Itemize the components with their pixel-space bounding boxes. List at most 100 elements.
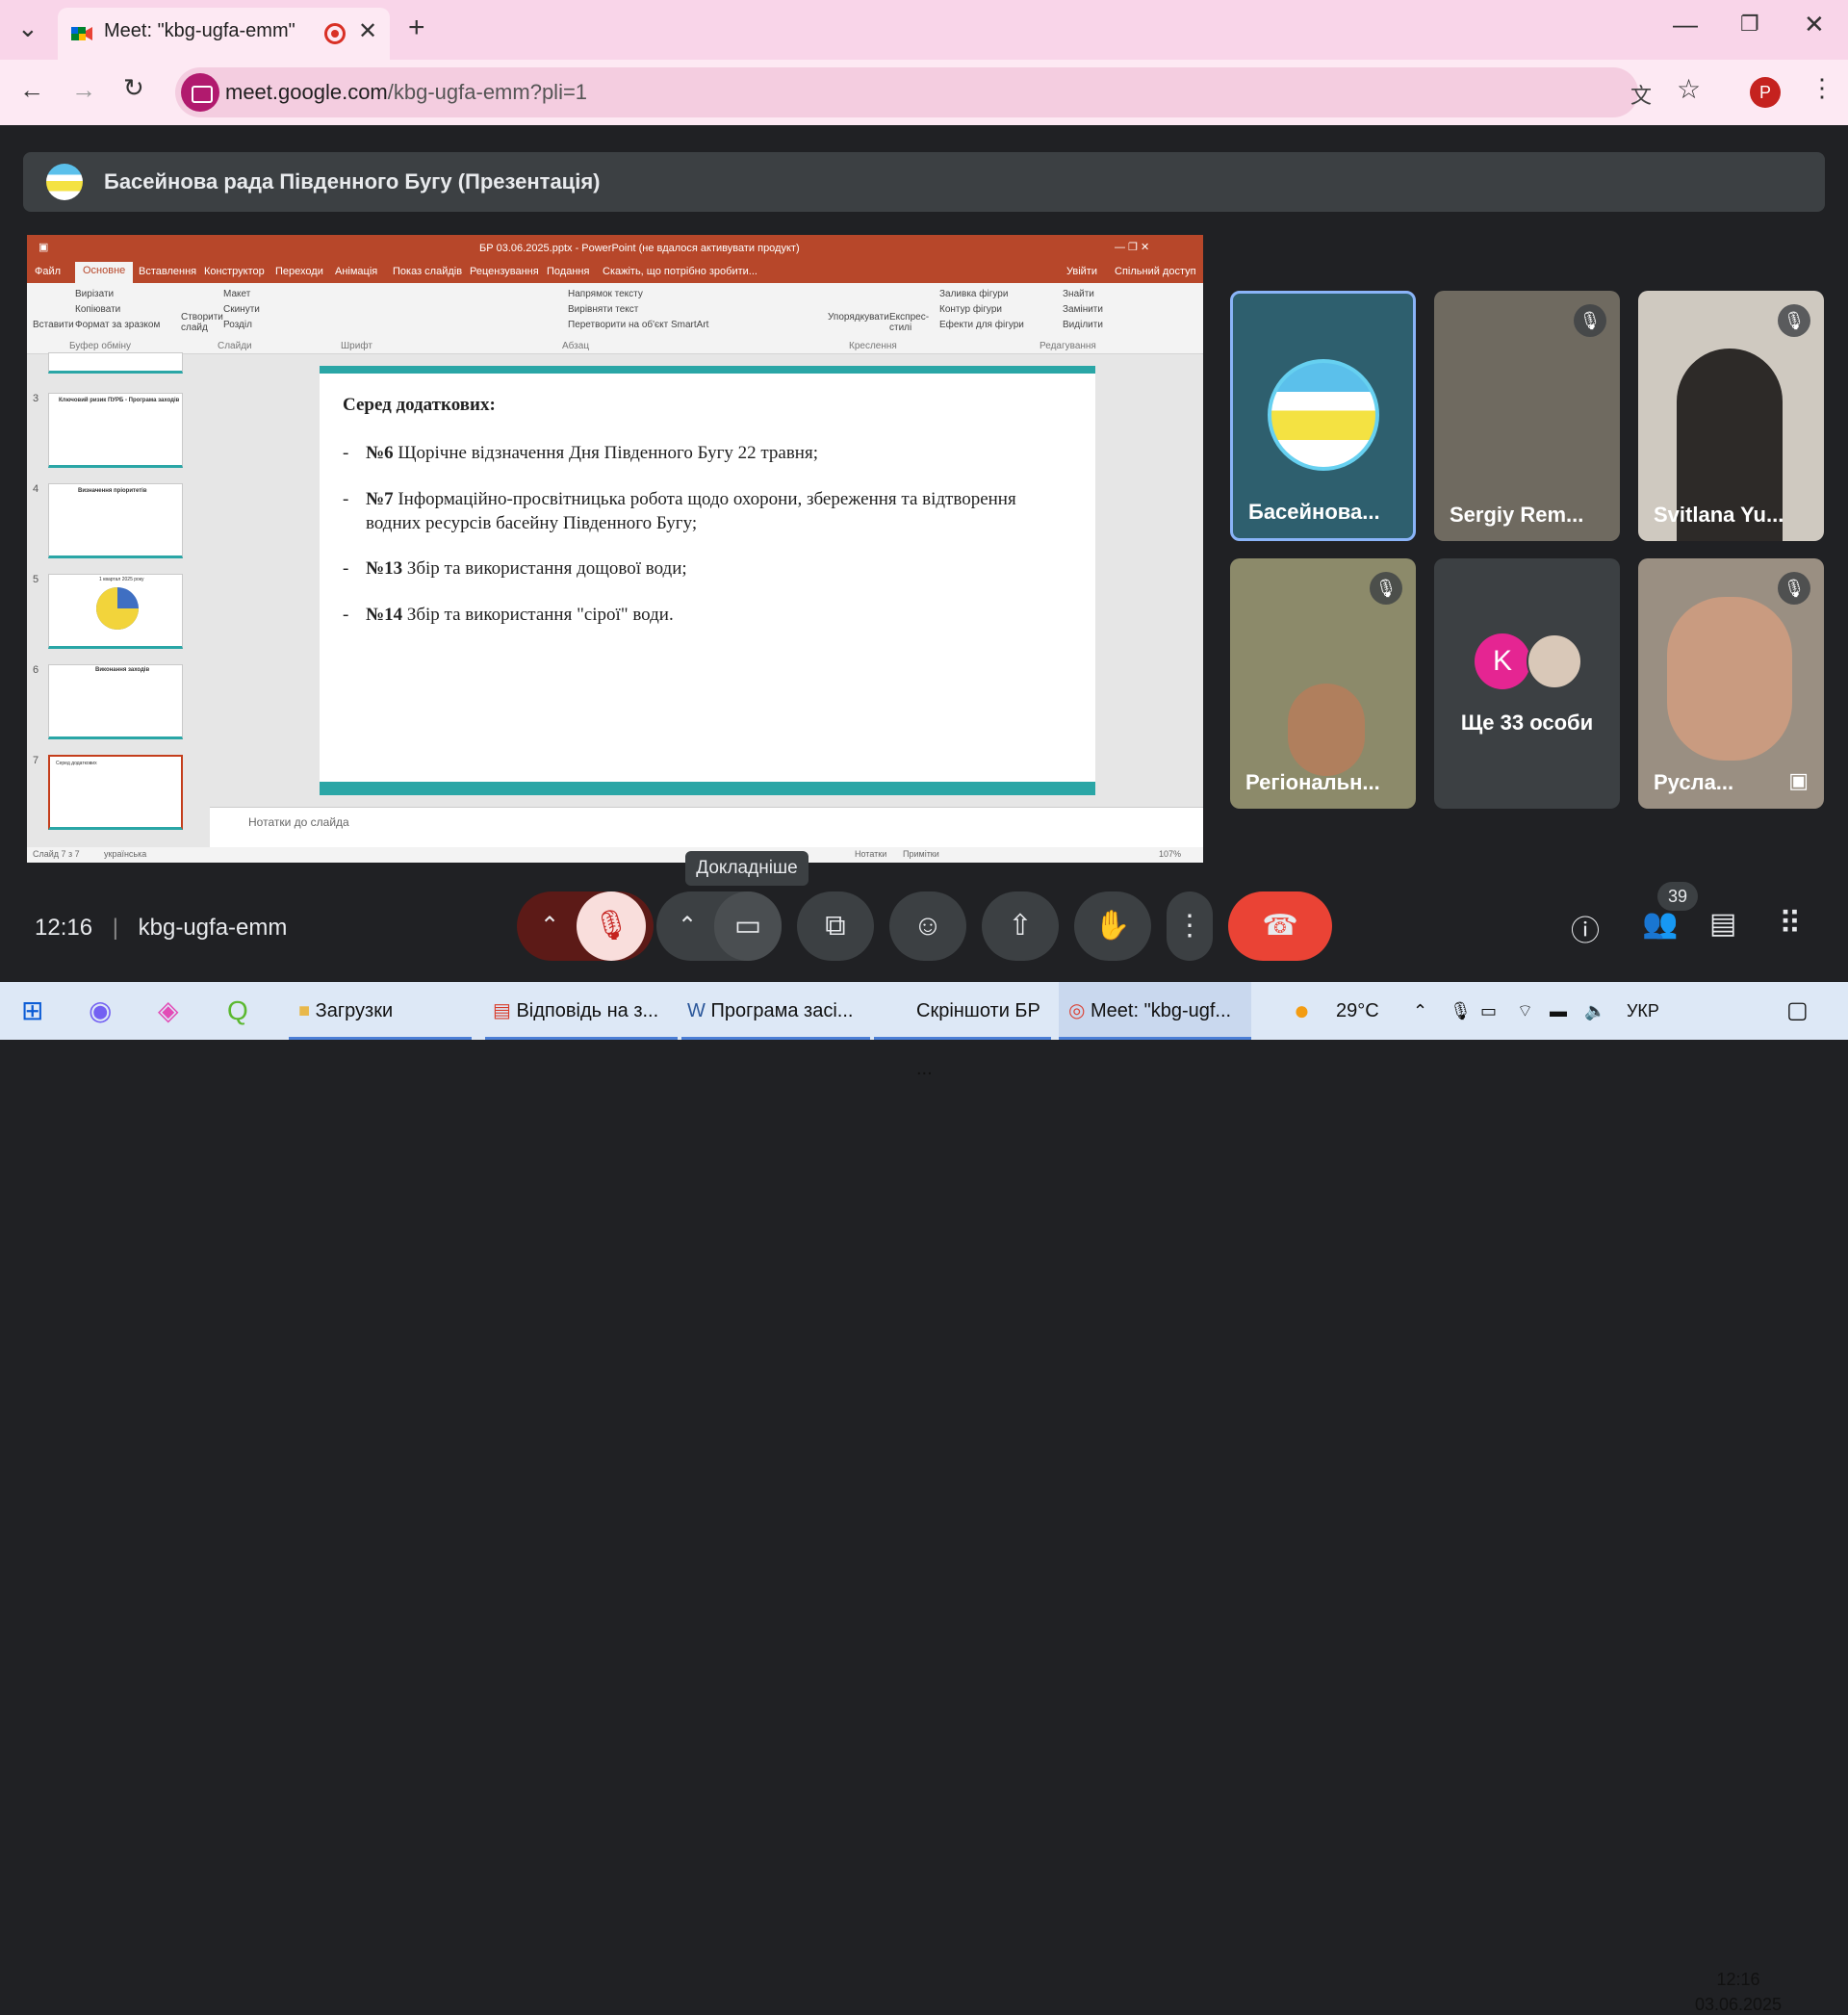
recording-icon — [324, 23, 346, 44]
presenter-avatar — [46, 164, 83, 200]
mic-off-icon: 🎙 — [1574, 304, 1606, 337]
ppt-tab: Файл — [35, 266, 62, 277]
participant-tile[interactable]: 🎙 Sergiy Rem... — [1434, 291, 1620, 541]
bullet-text: Щорічне відзначення Дня Південного Бугу … — [398, 443, 818, 463]
mic-options-button[interactable]: ⌃ 🎙 — [517, 891, 654, 961]
more-options-button[interactable]: ⋮ — [1167, 891, 1213, 961]
weather-icon: ● — [1294, 995, 1310, 1025]
minimize-icon[interactable]: — — [1673, 10, 1698, 39]
mic-off-button[interactable]: 🎙 — [577, 891, 646, 961]
start-icon[interactable]: ⊞ — [21, 982, 43, 1040]
ribbon-group-label: Буфер обміну — [69, 341, 132, 351]
ppt-editing-pane: Серед додаткових: - №6 Щорічне відзначенн… — [210, 354, 1203, 807]
mic-tray-icon[interactable]: 🎙 — [1450, 982, 1472, 1040]
camera-options-button[interactable]: ⌃ ▭ — [656, 891, 782, 961]
meeting-info: 12:16 | kbg-ugfa-emm — [35, 915, 288, 941]
reload-icon[interactable]: ↻ — [123, 73, 144, 103]
wifi-icon[interactable]: ⌔ — [1517, 982, 1533, 1040]
display-tray-icon[interactable]: ▭ — [1480, 982, 1497, 1040]
end-call-icon: ☎ — [1262, 910, 1298, 942]
slide-thumbnail-title: 1 квартал 2025 року — [99, 577, 144, 582]
volume-icon[interactable]: 🔈 — [1584, 982, 1605, 1040]
ribbon-quick-styles: Експрес-стилі — [889, 312, 930, 333]
translate-icon[interactable]: 文 — [1630, 79, 1652, 110]
back-icon[interactable]: ← — [19, 75, 44, 105]
present-button[interactable]: ⇧ — [982, 891, 1059, 961]
taskbar-item[interactable]: Скріншоти БР ... — [874, 982, 1051, 1079]
taskbar-item[interactable]: ■ Загрузки — [289, 982, 472, 1040]
people-icon[interactable]: 👥 — [1642, 907, 1678, 941]
present-icon: ⇧ — [1008, 910, 1033, 942]
participant-name: Svitlana Yu... — [1654, 503, 1784, 527]
ribbon-select: Виділити — [1063, 320, 1103, 330]
bullet-text: Збір та використання "сірої" води. — [406, 605, 674, 625]
bookmark-star-icon[interactable]: ☆ — [1677, 73, 1701, 105]
taskbar-item-label: Програма засі... — [710, 1000, 854, 1021]
participant-tile[interactable]: 🎙 Svitlana Yu... — [1638, 291, 1824, 541]
slide-thumbnail: Визначення пріоритетів — [48, 483, 183, 558]
language-indicator[interactable]: УКР — [1627, 982, 1659, 1040]
captions-button[interactable]: ⧉ — [797, 891, 874, 961]
new-tab-icon[interactable]: + — [408, 12, 425, 44]
browser-menu-icon[interactable]: ⋮ — [1810, 73, 1835, 103]
captions-icon: ⧉ — [825, 910, 846, 942]
battery-icon[interactable]: ▬ — [1550, 982, 1567, 1040]
taskbar-item[interactable]: ▤ Відповідь на з... — [485, 982, 678, 1040]
slide-thumbnail-title: Визначення пріоритетів — [78, 488, 147, 494]
slide-thumbnail-selected: Серед додаткових — [48, 755, 183, 830]
ppt-window-controls: — ❐ ✕ — [1115, 242, 1150, 253]
ribbon-section: Розділ — [223, 320, 252, 330]
taskbar-item-label: Скріншоти БР ... — [916, 1000, 1040, 1079]
ribbon-group-label: Абзац — [562, 341, 590, 351]
taskbar-item[interactable]: W Програма засі... — [681, 982, 870, 1040]
info-icon[interactable]: ⓘ — [1571, 907, 1600, 949]
participant-tile-overflow[interactable]: K Ще 33 особи — [1434, 558, 1620, 809]
viber-icon[interactable]: ◉ — [89, 982, 127, 1040]
profile-avatar[interactable]: P — [1750, 77, 1781, 108]
raise-hand-button[interactable]: ✋ — [1074, 891, 1151, 961]
clock-date[interactable]: 03.06.2025 — [1690, 1995, 1786, 2015]
site-info-icon[interactable] — [181, 73, 219, 112]
participant-tile[interactable]: 🎙 Русла... ▣ — [1638, 558, 1824, 809]
taskbar-item-active[interactable]: ◎ Meet: "kbg-ugf... — [1059, 982, 1251, 1040]
tab-search-chevron-icon[interactable]: ⌄ — [17, 13, 38, 43]
participants-count-badge: 39 — [1657, 882, 1698, 911]
status-notes: Нотатки — [855, 849, 887, 859]
qbittorrent-icon[interactable]: Q — [227, 982, 266, 1040]
browser-tab-bar: ⌄ Meet: "kbg-ugfa-emm" ✕ + — ❐ ✕ — [0, 0, 1848, 60]
pip-icon[interactable]: ▣ — [1788, 768, 1809, 793]
shared-screen: ▣ БР 03.06.2025.pptx - PowerPoint (не вд… — [27, 235, 1203, 863]
forward-icon[interactable]: → — [71, 75, 96, 105]
participant-tile[interactable]: 🎙 Регіональн... — [1230, 558, 1416, 809]
ribbon-group-label: Шрифт — [341, 341, 372, 351]
tray-chevron-icon[interactable]: ⌃ — [1413, 982, 1427, 1040]
chevron-up-icon: ⌃ — [678, 913, 698, 939]
camera-icon[interactable]: ▭ — [714, 891, 782, 961]
slide-number: 4 — [33, 483, 39, 495]
slide-number: 3 — [33, 393, 39, 404]
restore-icon[interactable]: ❐ — [1740, 12, 1759, 37]
tab-close-icon[interactable]: ✕ — [358, 17, 377, 45]
status-zoom: 107% — [1159, 849, 1182, 859]
copilot-icon[interactable]: ◈ — [158, 982, 196, 1040]
ppt-share: Спільний доступ — [1115, 266, 1196, 277]
chat-icon[interactable]: ▤ — [1709, 907, 1736, 941]
weather-temp[interactable]: 29°C — [1336, 982, 1379, 1040]
notification-icon[interactable]: ▢ — [1786, 982, 1809, 1040]
browser-tab-meet[interactable]: Meet: "kbg-ugfa-emm" ✕ — [58, 8, 390, 60]
url-field[interactable]: meet.google.com/kbg-ugfa-emm?pli=1 文 — [175, 67, 1652, 117]
participant-tile-presenter[interactable]: Басейнова... — [1230, 291, 1416, 541]
participant-video — [1667, 597, 1792, 761]
activities-icon[interactable]: ⠿ — [1779, 905, 1801, 942]
reactions-button[interactable]: ☺ — [889, 891, 966, 961]
more-participants-label: Ще 33 особи — [1460, 710, 1594, 735]
clock-time[interactable]: 12:16 — [1690, 1970, 1786, 1990]
ppt-tab-active: Основне — [75, 262, 134, 283]
participant-name: Регіональн... — [1245, 770, 1380, 794]
ribbon-group-label: Редагування — [1040, 341, 1096, 351]
leave-call-button[interactable]: ☎ — [1228, 891, 1332, 961]
close-window-icon[interactable]: ✕ — [1804, 10, 1825, 39]
ribbon-paste: Вставити — [33, 320, 74, 330]
presenter-banner-title: Басейнова рада Південного Бугу (Презента… — [104, 169, 601, 194]
meet-stage: Басейнова рада Південного Бугу (Презента… — [0, 125, 1848, 982]
